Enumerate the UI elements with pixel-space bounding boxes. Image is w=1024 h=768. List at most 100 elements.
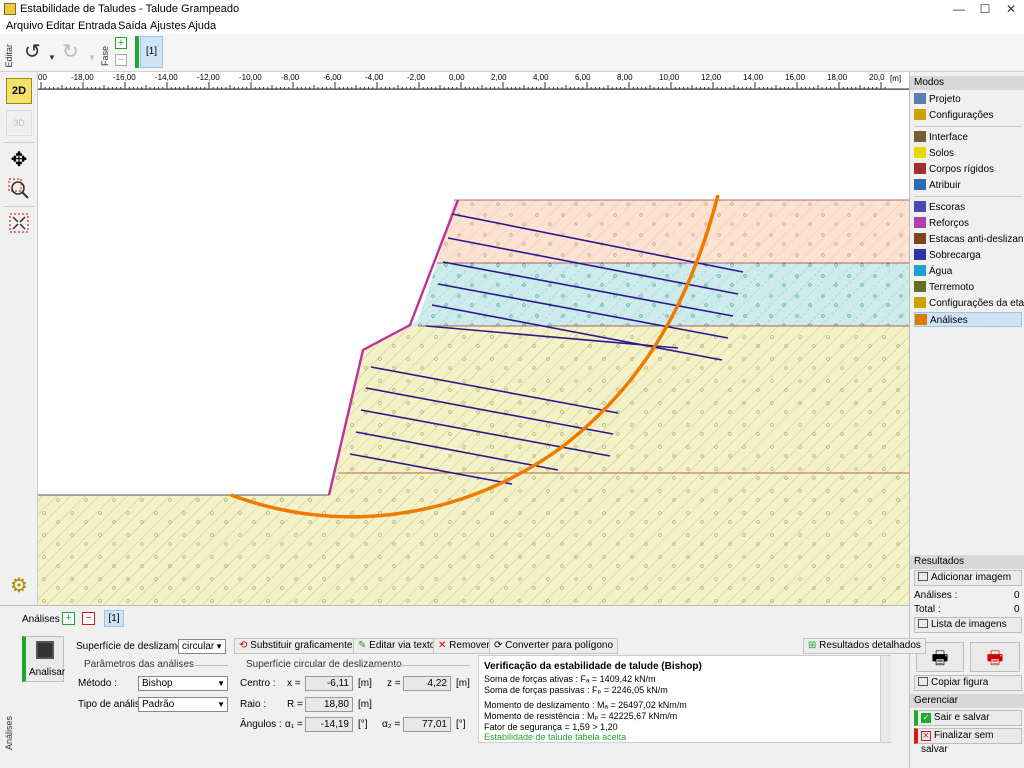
results-header: Resultados bbox=[910, 555, 1024, 569]
undo-icon[interactable]: ↺ bbox=[24, 42, 41, 62]
add-image-button[interactable]: Adicionar imagem bbox=[914, 570, 1022, 586]
ruler-tick-label: -8,00 bbox=[281, 73, 300, 82]
chevron-down-icon: ▼ bbox=[215, 642, 223, 651]
copy-figure-label: Copiar figura bbox=[931, 677, 989, 688]
chevron-down-icon: ▼ bbox=[217, 679, 225, 688]
method-select[interactable]: Bishop ▼ bbox=[138, 676, 228, 691]
redo-icon[interactable]: ↻ bbox=[62, 42, 79, 62]
ruler-tick-label: -12,00 bbox=[197, 73, 220, 82]
minimize-button[interactable]: — bbox=[946, 1, 972, 17]
analysis-type-select[interactable]: Padrão ▼ bbox=[138, 697, 228, 712]
alpha1-label: α₁ = bbox=[285, 719, 303, 730]
mode-item[interactable]: Configurações da etapa bbox=[914, 296, 1024, 311]
sliding-moment-line: Momento de deslizamento : Mₐ = 26497,02 … bbox=[484, 700, 687, 710]
menu-ajustes[interactable]: Ajustes bbox=[150, 20, 186, 32]
remove-button[interactable]: ✕ Remover bbox=[433, 638, 495, 654]
radius-field[interactable]: 18,80 bbox=[305, 697, 353, 712]
mode-item[interactable]: Configurações bbox=[914, 108, 1022, 123]
mode-item[interactable]: Corpos rígidos bbox=[914, 162, 1022, 177]
menu-bar: Arquivo Editar Entrada Saída Ajustes Aju… bbox=[0, 19, 1024, 34]
total-count-label: Total : bbox=[914, 604, 941, 615]
drawing-canvas[interactable] bbox=[38, 90, 909, 605]
rigid-body-icon bbox=[914, 163, 926, 174]
menu-arquivo[interactable]: Arquivo bbox=[6, 20, 43, 32]
image-list-icon bbox=[918, 619, 928, 628]
ruler-tick-label: 6,00 bbox=[575, 73, 591, 82]
add-analysis-icon[interactable]: + bbox=[62, 612, 75, 625]
mode-item[interactable]: Interface bbox=[914, 130, 1022, 145]
maximize-button[interactable]: ☐ bbox=[972, 1, 998, 17]
mode-item[interactable]: Solos bbox=[914, 146, 1022, 161]
edit-text-button[interactable]: ✎ Editar via texto bbox=[353, 638, 441, 654]
image-list-button[interactable]: Lista de imagens bbox=[914, 617, 1022, 633]
analyze-button[interactable]: Analisar bbox=[22, 636, 65, 682]
alpha2-field[interactable]: 77,01 bbox=[403, 717, 451, 732]
slip-surface-value: circular bbox=[182, 641, 215, 652]
slip-surface-select[interactable]: circular ▼ bbox=[178, 639, 226, 654]
undo-dropdown-icon[interactable]: ▼ bbox=[48, 48, 56, 68]
replace-graphically-button[interactable]: ⟲ Substituir graficamente bbox=[234, 638, 358, 654]
app-icon bbox=[4, 3, 16, 15]
earthquake-icon bbox=[914, 281, 926, 292]
soil-layer-top bbox=[437, 200, 909, 263]
settings-gear-icon[interactable]: ⚙ bbox=[6, 572, 32, 598]
ruler-tick-label: 2,00 bbox=[491, 73, 507, 82]
pan-icon[interactable]: ✥ bbox=[6, 146, 32, 172]
detailed-results-button[interactable]: ⊞ Resultados detalhados bbox=[803, 638, 926, 654]
close-button[interactable]: ✕ bbox=[998, 1, 1024, 17]
ruler-tick-label: -18,00 bbox=[71, 73, 94, 82]
center-label: Centro : bbox=[240, 678, 276, 689]
mode-item[interactable]: Atribuir bbox=[914, 178, 1022, 193]
menu-editar[interactable]: Editar bbox=[46, 20, 75, 32]
redo-dropdown-icon[interactable]: ▼ bbox=[88, 48, 96, 68]
results-scrollbar[interactable] bbox=[880, 656, 891, 742]
toolbar-divider bbox=[4, 206, 34, 207]
mode-item[interactable]: Estacas anti-deslizantes bbox=[914, 232, 1024, 247]
chip-icon bbox=[36, 641, 54, 659]
center-z-field[interactable]: 4,22 bbox=[403, 676, 451, 691]
x-icon: ✕ bbox=[921, 731, 931, 741]
analyses-count-value: 0 bbox=[1014, 590, 1020, 601]
mode-item[interactable]: Água bbox=[914, 264, 1022, 279]
soil-layer-middle bbox=[410, 263, 909, 326]
copy-figure-button[interactable]: Copiar figura bbox=[914, 675, 1022, 691]
view-2d-button[interactable]: 2D bbox=[6, 78, 32, 104]
remove-phase-icon[interactable]: − bbox=[115, 54, 127, 66]
alpha1-field[interactable]: -14,19 bbox=[305, 717, 353, 732]
analyses-side-label: Análises bbox=[4, 716, 14, 751]
print-pdf-icon[interactable]: 🖶 bbox=[970, 642, 1020, 672]
convert-polygon-button[interactable]: ⟳ Converter para polígono bbox=[489, 638, 619, 654]
mode-item[interactable]: Sobrecarga bbox=[914, 248, 1022, 263]
finish-nosave-button[interactable]: ✕ Finalizar sem salvar bbox=[914, 728, 1022, 755]
center-x-field[interactable]: -6,11 bbox=[305, 676, 353, 691]
mode-item[interactable]: Projeto bbox=[914, 92, 1022, 107]
mode-item[interactable]: Reforços bbox=[914, 216, 1022, 231]
menu-entrada[interactable]: Entrada bbox=[78, 20, 117, 32]
mode-item[interactable]: Terremoto bbox=[914, 280, 1022, 295]
exit-save-button[interactable]: ✓ Sair e salvar bbox=[914, 710, 1022, 726]
mode-item[interactable]: Análises bbox=[914, 312, 1022, 327]
menu-ajuda[interactable]: Ajuda bbox=[188, 20, 216, 32]
angles-label: Ângulos : bbox=[240, 719, 282, 730]
add-phase-icon[interactable]: + bbox=[115, 37, 127, 49]
menu-saida[interactable]: Saída bbox=[118, 20, 147, 32]
view-3d-button[interactable]: 3D bbox=[6, 110, 32, 136]
phase-tab-1[interactable]: [1] bbox=[140, 36, 163, 68]
zoom-icon[interactable] bbox=[6, 176, 32, 202]
results-title: Verificação da estabilidade de talude (B… bbox=[484, 661, 702, 672]
fit-view-icon[interactable] bbox=[6, 210, 32, 236]
mode-item-label: Solos bbox=[929, 148, 955, 159]
mode-item[interactable]: Escoras bbox=[914, 200, 1022, 215]
analysis-tab-1[interactable]: [1] bbox=[104, 610, 124, 627]
mode-item-label: Água bbox=[929, 266, 953, 277]
x-label: x = bbox=[287, 678, 301, 689]
water-icon bbox=[914, 265, 926, 276]
resisting-moment-line: Momento de resistência : Mₚ = 42225,67 k… bbox=[484, 711, 678, 721]
detailed-results-label: Resultados detalhados bbox=[819, 640, 921, 651]
remove-analysis-icon[interactable]: − bbox=[82, 612, 95, 625]
pile-icon bbox=[914, 233, 926, 244]
ruler-tick-label: -10,00 bbox=[239, 73, 262, 82]
radius-label: Raio : bbox=[240, 699, 267, 710]
analyses-count-label: Análises : bbox=[914, 590, 958, 601]
surcharge-icon bbox=[914, 249, 926, 260]
